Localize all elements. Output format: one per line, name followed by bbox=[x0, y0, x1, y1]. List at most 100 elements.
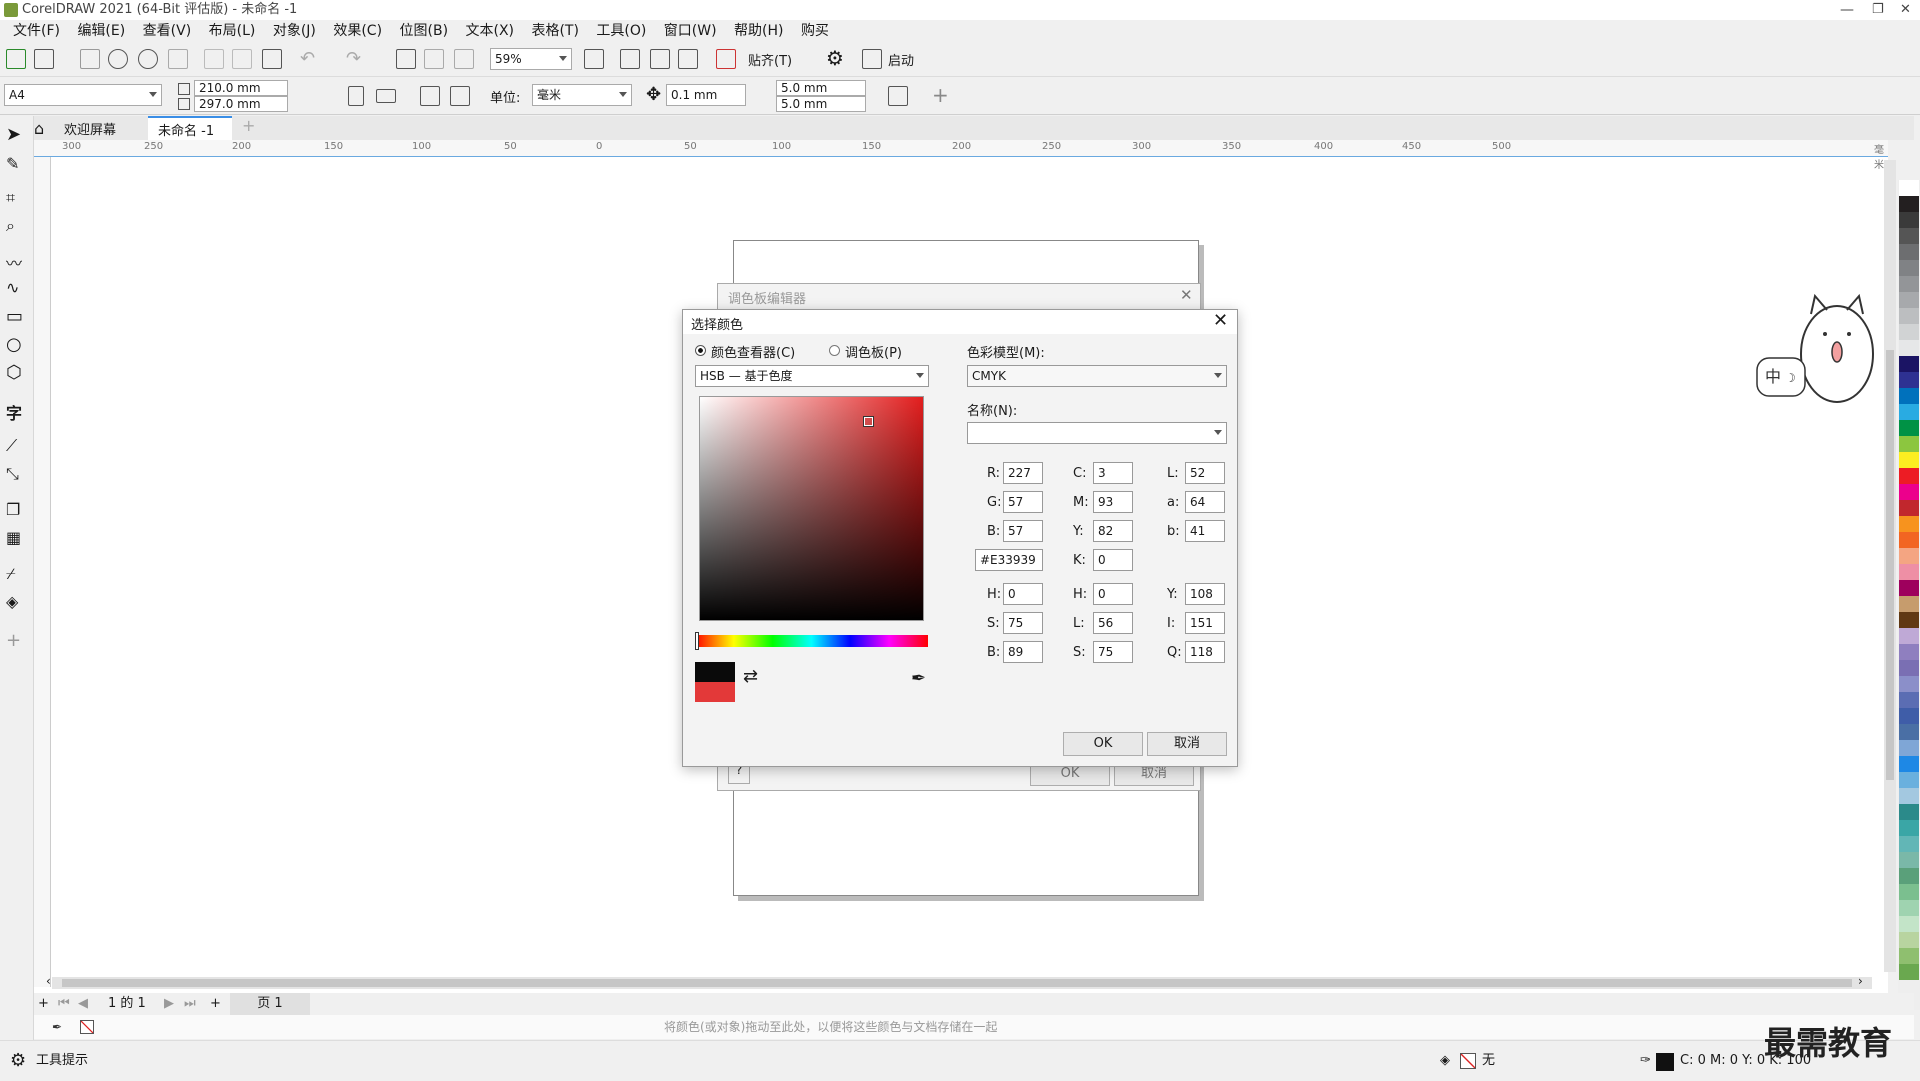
color-swatch[interactable] bbox=[1899, 692, 1919, 708]
cancel-button[interactable]: 取消 bbox=[1147, 732, 1227, 756]
menu-edit[interactable]: 编辑(E) bbox=[77, 23, 125, 39]
color-swatch[interactable] bbox=[1899, 932, 1919, 948]
zoom-select[interactable]: 59% bbox=[490, 48, 572, 70]
saturation-brightness-picker[interactable] bbox=[699, 396, 924, 621]
hue-slider[interactable] bbox=[695, 632, 928, 650]
color-swatch[interactable] bbox=[1899, 612, 1919, 628]
hls-s-field[interactable]: 75 bbox=[1093, 641, 1133, 663]
cmyk-c-field[interactable]: 3 bbox=[1093, 462, 1133, 484]
home-icon[interactable]: ⌂ bbox=[34, 119, 44, 138]
menu-text[interactable]: 文本(X) bbox=[465, 23, 514, 39]
open-folder-icon[interactable] bbox=[34, 49, 54, 69]
minimize-icon[interactable]: — bbox=[1840, 0, 1854, 20]
horizontal-scrollbar[interactable]: ‹ › bbox=[46, 974, 1872, 989]
menu-table[interactable]: 表格(T) bbox=[531, 23, 578, 39]
scroll-thumb[interactable] bbox=[62, 979, 1852, 987]
dimension-tool-icon[interactable]: ⟋ bbox=[6, 436, 28, 458]
color-swatch[interactable] bbox=[1899, 964, 1919, 980]
hsb-b-field[interactable]: 89 bbox=[1003, 641, 1043, 663]
current-page-icon[interactable] bbox=[450, 86, 470, 106]
color-swatch[interactable] bbox=[1899, 196, 1919, 212]
tab-welcome[interactable]: 欢迎屏幕 bbox=[64, 119, 116, 138]
menu-object[interactable]: 对象(J) bbox=[273, 23, 316, 39]
color-swatch[interactable] bbox=[1899, 420, 1919, 436]
cloud-upload-icon[interactable] bbox=[138, 49, 158, 69]
last-page-icon[interactable]: ⏭ bbox=[184, 993, 196, 1015]
eyedropper-icon[interactable]: ✒ bbox=[911, 668, 926, 689]
transparency-icon[interactable]: ▦ bbox=[6, 528, 28, 550]
page-border-icon[interactable] bbox=[888, 86, 908, 106]
fill-tool-icon[interactable]: ◈ bbox=[6, 592, 28, 614]
hls-h-field[interactable]: 0 bbox=[1093, 583, 1133, 605]
pdf-icon[interactable] bbox=[454, 49, 474, 69]
hue-slider-handle[interactable] bbox=[695, 632, 699, 650]
duplicate-y-field[interactable]: 5.0 mm bbox=[776, 96, 866, 112]
settings-gear-icon[interactable]: ⚙ bbox=[826, 46, 844, 70]
all-pages-icon[interactable] bbox=[420, 86, 440, 106]
guidelines-icon[interactable] bbox=[678, 49, 698, 69]
eyedropper-small-icon[interactable]: ✒ bbox=[52, 1015, 62, 1039]
pick-tool-icon[interactable]: ➤ bbox=[6, 124, 28, 146]
polygon-tool-icon[interactable]: ⬡ bbox=[6, 362, 28, 384]
lab-a-field[interactable]: 64 bbox=[1185, 491, 1225, 513]
zoom-tool-icon[interactable]: ⌕ bbox=[6, 216, 28, 238]
color-swatch[interactable] bbox=[1899, 804, 1919, 820]
color-palette[interactable] bbox=[1898, 180, 1920, 1010]
grid-icon[interactable] bbox=[650, 49, 670, 69]
swap-colors-icon[interactable]: ⇄ bbox=[743, 666, 758, 687]
horizontal-ruler[interactable]: 300 250 200 150 100 50 0 50 100 150 200 … bbox=[34, 140, 1888, 171]
color-swatch[interactable] bbox=[1899, 436, 1919, 452]
zoom-page-icon[interactable] bbox=[584, 49, 604, 69]
scroll-left-icon[interactable]: ‹ bbox=[46, 974, 51, 988]
color-swatch[interactable] bbox=[1899, 724, 1919, 740]
snap-off-icon[interactable] bbox=[716, 49, 736, 69]
menu-bitmap[interactable]: 位图(B) bbox=[400, 23, 449, 39]
vertical-scrollbar[interactable] bbox=[1884, 160, 1896, 972]
menu-layout[interactable]: 布局(L) bbox=[209, 23, 256, 39]
shape-tool-icon[interactable]: ✎ bbox=[6, 154, 28, 176]
add-tool-icon[interactable]: + bbox=[6, 630, 28, 652]
color-swatch[interactable] bbox=[1899, 900, 1919, 916]
color-picker-cursor[interactable] bbox=[863, 416, 874, 427]
yiq-y-field[interactable]: 108 bbox=[1185, 583, 1225, 605]
radio-unselected-icon[interactable] bbox=[829, 345, 840, 356]
color-swatch[interactable] bbox=[1899, 756, 1919, 772]
radio-selected-icon[interactable] bbox=[695, 345, 706, 356]
color-swatch[interactable] bbox=[1899, 884, 1919, 900]
undo-icon[interactable]: ↶ bbox=[300, 48, 315, 69]
color-swatch[interactable] bbox=[1899, 772, 1919, 788]
scroll-right-icon[interactable]: › bbox=[1858, 974, 1863, 988]
color-swatch[interactable] bbox=[1899, 404, 1919, 420]
color-swatch[interactable] bbox=[1899, 660, 1919, 676]
lab-l-field[interactable]: 52 bbox=[1185, 462, 1225, 484]
duplicate-x-field[interactable]: 5.0 mm bbox=[776, 80, 866, 96]
color-swatch[interactable] bbox=[1899, 372, 1919, 388]
color-swatch[interactable] bbox=[1899, 244, 1919, 260]
color-swatch[interactable] bbox=[1899, 532, 1919, 548]
color-model-select[interactable]: CMYK bbox=[967, 365, 1227, 387]
color-swatch[interactable] bbox=[1899, 324, 1919, 340]
eyedropper-tool-icon[interactable]: ⌿ bbox=[6, 564, 28, 586]
rgb-g-field[interactable]: 57 bbox=[1003, 491, 1043, 513]
page-tab[interactable]: 页 1 bbox=[230, 993, 310, 1015]
tab-document[interactable]: 未命名 -1 bbox=[148, 116, 232, 140]
color-swatch[interactable] bbox=[1899, 180, 1919, 196]
yiq-i-field[interactable]: 151 bbox=[1185, 612, 1225, 634]
viewer-mode-select[interactable]: HSB — 基于色度 bbox=[695, 365, 929, 387]
color-swatch[interactable] bbox=[1899, 708, 1919, 724]
color-swatch[interactable] bbox=[1899, 276, 1919, 292]
no-color-swatch[interactable] bbox=[80, 1020, 94, 1034]
add-page-end-icon[interactable]: + bbox=[210, 993, 221, 1015]
portrait-icon[interactable] bbox=[348, 86, 364, 106]
page-width-field[interactable]: 210.0 mm bbox=[194, 80, 288, 96]
add-icon[interactable]: + bbox=[932, 83, 949, 107]
color-swatch[interactable] bbox=[1899, 388, 1919, 404]
prev-page-icon[interactable]: ◀ bbox=[78, 993, 88, 1015]
menu-view[interactable]: 查看(V) bbox=[143, 23, 192, 39]
menu-effects[interactable]: 效果(C) bbox=[333, 23, 382, 39]
menu-buy[interactable]: 购买 bbox=[801, 23, 829, 39]
freehand-tool-icon[interactable]: 〰 bbox=[6, 250, 28, 273]
hls-l-field[interactable]: 56 bbox=[1093, 612, 1133, 634]
rgb-r-field[interactable]: 227 bbox=[1003, 462, 1043, 484]
color-swatch[interactable] bbox=[1899, 788, 1919, 804]
